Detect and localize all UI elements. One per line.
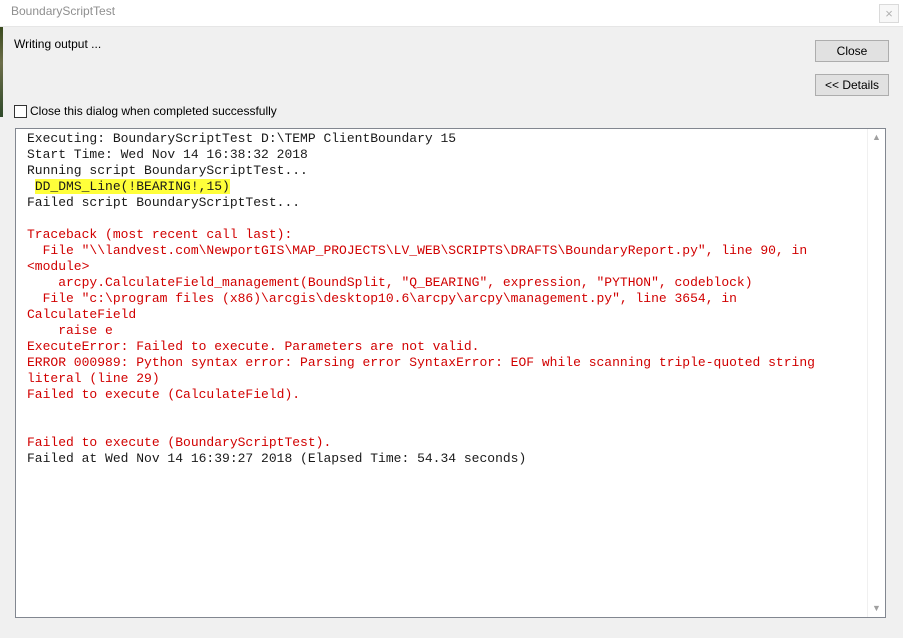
- log-line: Failed to execute (BoundaryScriptTest).: [27, 435, 332, 450]
- background-window-edge: [0, 27, 3, 117]
- log-line: Traceback (most recent call last):: [27, 227, 293, 242]
- close-on-success-label: Close this dialog when completed success…: [30, 104, 277, 118]
- window-close-icon[interactable]: ×: [879, 4, 899, 23]
- log-line: arcpy.CalculateField_management(BoundSpl…: [27, 275, 753, 290]
- log-line: DD_DMS_Line(!BEARING!,15): [27, 179, 862, 195]
- log-line: Executing: BoundaryScriptTest D:\TEMP Cl…: [27, 131, 457, 146]
- messages-log[interactable]: Executing: BoundaryScriptTest D:\TEMP Cl…: [15, 128, 886, 618]
- log-line: Running script BoundaryScriptTest...: [27, 163, 308, 178]
- log-content: Executing: BoundaryScriptTest D:\TEMP Cl…: [27, 131, 862, 467]
- log-line: Failed at Wed Nov 14 16:39:27 2018 (Elap…: [27, 451, 527, 466]
- log-line: ExecuteError: Failed to execute. Paramet…: [27, 339, 480, 354]
- log-line: <module>: [27, 259, 90, 274]
- highlighted-log-text: DD_DMS_Line(!BEARING!,15): [34, 179, 230, 194]
- log-line: CalculateField: [27, 307, 137, 322]
- vertical-scrollbar[interactable]: ▲ ▼: [867, 129, 885, 617]
- close-button[interactable]: Close: [815, 40, 889, 62]
- log-line: Failed to execute (CalculateField).: [27, 387, 301, 402]
- chevron-down-icon[interactable]: ▼: [868, 600, 885, 617]
- log-line: raise e: [27, 323, 113, 338]
- log-line: Failed script BoundaryScriptTest...: [27, 195, 301, 210]
- progress-status-text: Writing output ...: [14, 37, 102, 51]
- close-on-success-option[interactable]: Close this dialog when completed success…: [14, 104, 277, 118]
- log-line: Start Time: Wed Nov 14 16:38:32 2018: [27, 147, 308, 162]
- log-line: File "\\landvest.com\NewportGIS\MAP_PROJ…: [27, 243, 808, 258]
- window-title: BoundaryScriptTest: [11, 4, 116, 18]
- log-line: ERROR 000989: Python syntax error: Parsi…: [27, 355, 815, 370]
- log-line: literal (line 29): [27, 371, 160, 386]
- close-on-success-checkbox[interactable]: [14, 104, 27, 118]
- chevron-up-icon[interactable]: ▲: [868, 129, 885, 146]
- title-bar: BoundaryScriptTest ×: [0, 0, 903, 27]
- log-line: File "c:\program files (x86)\arcgis\desk…: [27, 291, 737, 306]
- details-button[interactable]: << Details: [815, 74, 889, 96]
